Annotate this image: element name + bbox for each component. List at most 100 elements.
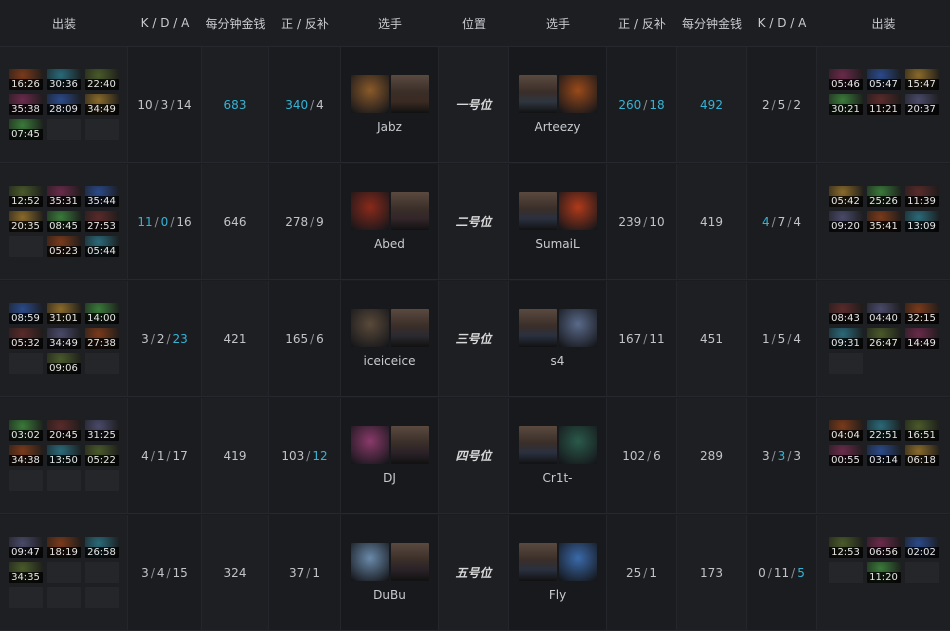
item-icon[interactable]: 34:38 bbox=[8, 445, 43, 466]
item-icon[interactable]: 30:36 bbox=[46, 69, 81, 90]
item-icon[interactable]: 25:26 bbox=[866, 186, 901, 207]
item-icon[interactable]: 06:18 bbox=[904, 445, 939, 466]
header-left-kda: K / D / A bbox=[140, 16, 190, 30]
hero-portrait[interactable] bbox=[350, 543, 389, 581]
player-photo[interactable] bbox=[518, 543, 557, 581]
hero-portrait[interactable] bbox=[558, 543, 597, 581]
item-icon[interactable]: 16:26 bbox=[8, 69, 43, 90]
item-icon[interactable]: 32:15 bbox=[904, 303, 939, 324]
item-icon[interactable]: 02:02 bbox=[904, 537, 939, 558]
item-icon[interactable]: 20:35 bbox=[8, 211, 43, 232]
hero-portrait[interactable] bbox=[558, 75, 597, 113]
hero-portrait[interactable] bbox=[558, 426, 597, 464]
item-icon[interactable]: 27:53 bbox=[84, 211, 119, 232]
item-time: 35:44 bbox=[84, 196, 119, 207]
item-icon[interactable]: 14:00 bbox=[84, 303, 119, 324]
item-icon[interactable]: 35:41 bbox=[866, 211, 901, 232]
player-name[interactable]: s4 bbox=[551, 354, 565, 368]
item-icon[interactable]: 08:43 bbox=[828, 303, 863, 324]
player-photo[interactable] bbox=[390, 75, 429, 113]
item-icon[interactable]: 34:49 bbox=[46, 328, 81, 349]
item-time: 09:31 bbox=[828, 338, 863, 349]
item-icon[interactable]: 14:49 bbox=[904, 328, 939, 349]
item-icon[interactable]: 05:22 bbox=[84, 445, 119, 466]
player-name[interactable]: SumaiL bbox=[535, 237, 579, 251]
item-icon[interactable]: 07:45 bbox=[8, 119, 43, 140]
item-icon[interactable]: 08:45 bbox=[46, 211, 81, 232]
item-icon[interactable]: 03:02 bbox=[8, 420, 43, 441]
item-icon[interactable]: 22:40 bbox=[84, 69, 119, 90]
item-icon[interactable]: 26:58 bbox=[84, 537, 119, 558]
player-photo[interactable] bbox=[518, 309, 557, 347]
player-photo[interactable] bbox=[390, 309, 429, 347]
item-icon[interactable]: 13:50 bbox=[46, 445, 81, 466]
item-icon[interactable]: 06:56 bbox=[866, 537, 901, 558]
item-icon[interactable]: 22:51 bbox=[866, 420, 901, 441]
item-icon[interactable]: 04:04 bbox=[828, 420, 863, 441]
item-icon[interactable]: 05:32 bbox=[8, 328, 43, 349]
hero-portrait[interactable] bbox=[350, 426, 389, 464]
item-icon[interactable]: 12:53 bbox=[828, 537, 863, 558]
item-icon[interactable]: 05:44 bbox=[84, 236, 119, 257]
player-name[interactable]: DJ bbox=[383, 471, 396, 485]
item-icon[interactable]: 18:19 bbox=[46, 537, 81, 558]
hero-portrait[interactable] bbox=[558, 309, 597, 347]
item-icon[interactable]: 04:40 bbox=[866, 303, 901, 324]
item-icon[interactable]: 31:01 bbox=[46, 303, 81, 324]
item-icon[interactable]: 08:59 bbox=[8, 303, 43, 324]
item-icon[interactable]: 15:47 bbox=[904, 69, 939, 90]
player-photo[interactable] bbox=[390, 192, 429, 230]
left-items-cell: 03:02 20:45 31:25 34:38 13:50 05:22 bbox=[0, 398, 128, 514]
item-icon[interactable]: 11:39 bbox=[904, 186, 939, 207]
item-icon[interactable]: 05:47 bbox=[866, 69, 901, 90]
player-name[interactable]: Cr1t- bbox=[543, 471, 573, 485]
item-time: 12:52 bbox=[8, 196, 43, 207]
player-photo[interactable] bbox=[518, 426, 557, 464]
hero-portrait[interactable] bbox=[350, 192, 389, 230]
item-icon[interactable]: 26:47 bbox=[866, 328, 901, 349]
item-icon[interactable]: 20:37 bbox=[904, 94, 939, 115]
item-icon[interactable]: 00:55 bbox=[828, 445, 863, 466]
left-kda: 3/2/23 bbox=[128, 281, 202, 397]
match-scoreboard: 出装 K / D / A 每分钟金钱 正 / 反补 选手 位置 选手 正 / 反… bbox=[0, 0, 950, 631]
hero-portrait[interactable] bbox=[350, 75, 389, 113]
player-name[interactable]: DuBu bbox=[373, 588, 406, 602]
header-position: 位置 bbox=[461, 16, 486, 31]
item-icon[interactable]: 35:31 bbox=[46, 186, 81, 207]
item-icon[interactable]: 05:46 bbox=[828, 69, 863, 90]
hero-portrait[interactable] bbox=[350, 309, 389, 347]
item-icon[interactable]: 20:45 bbox=[46, 420, 81, 441]
player-photo[interactable] bbox=[518, 75, 557, 113]
player-name[interactable]: Abed bbox=[374, 237, 405, 251]
item-time: 11:39 bbox=[904, 196, 939, 207]
item-icon[interactable]: 30:21 bbox=[828, 94, 863, 115]
player-photo[interactable] bbox=[390, 543, 429, 581]
item-icon[interactable]: 28:09 bbox=[46, 94, 81, 115]
item-icon[interactable]: 34:49 bbox=[84, 94, 119, 115]
item-icon[interactable]: 05:23 bbox=[46, 236, 81, 257]
item-icon[interactable]: 11:21 bbox=[866, 94, 901, 115]
player-photo[interactable] bbox=[518, 192, 557, 230]
player-name[interactable]: Arteezy bbox=[534, 120, 580, 134]
portraits bbox=[518, 543, 597, 581]
item-icon[interactable]: 35:38 bbox=[8, 94, 43, 115]
item-icon[interactable]: 31:25 bbox=[84, 420, 119, 441]
hero-portrait[interactable] bbox=[558, 192, 597, 230]
item-icon[interactable]: 34:35 bbox=[8, 562, 43, 583]
item-icon[interactable]: 09:31 bbox=[828, 328, 863, 349]
item-icon[interactable]: 09:06 bbox=[46, 353, 81, 374]
player-photo[interactable] bbox=[390, 426, 429, 464]
item-icon[interactable]: 16:51 bbox=[904, 420, 939, 441]
item-icon[interactable]: 11:20 bbox=[866, 562, 901, 583]
item-icon[interactable]: 09:47 bbox=[8, 537, 43, 558]
item-icon[interactable]: 12:52 bbox=[8, 186, 43, 207]
player-name[interactable]: Jabz bbox=[377, 120, 402, 134]
player-name[interactable]: Fly bbox=[549, 588, 566, 602]
item-icon[interactable]: 03:14 bbox=[866, 445, 901, 466]
item-icon[interactable]: 27:38 bbox=[84, 328, 119, 349]
item-icon[interactable]: 35:44 bbox=[84, 186, 119, 207]
item-icon[interactable]: 05:42 bbox=[828, 186, 863, 207]
item-icon[interactable]: 09:20 bbox=[828, 211, 863, 232]
item-icon[interactable]: 13:09 bbox=[904, 211, 939, 232]
player-name[interactable]: iceiceice bbox=[364, 354, 416, 368]
